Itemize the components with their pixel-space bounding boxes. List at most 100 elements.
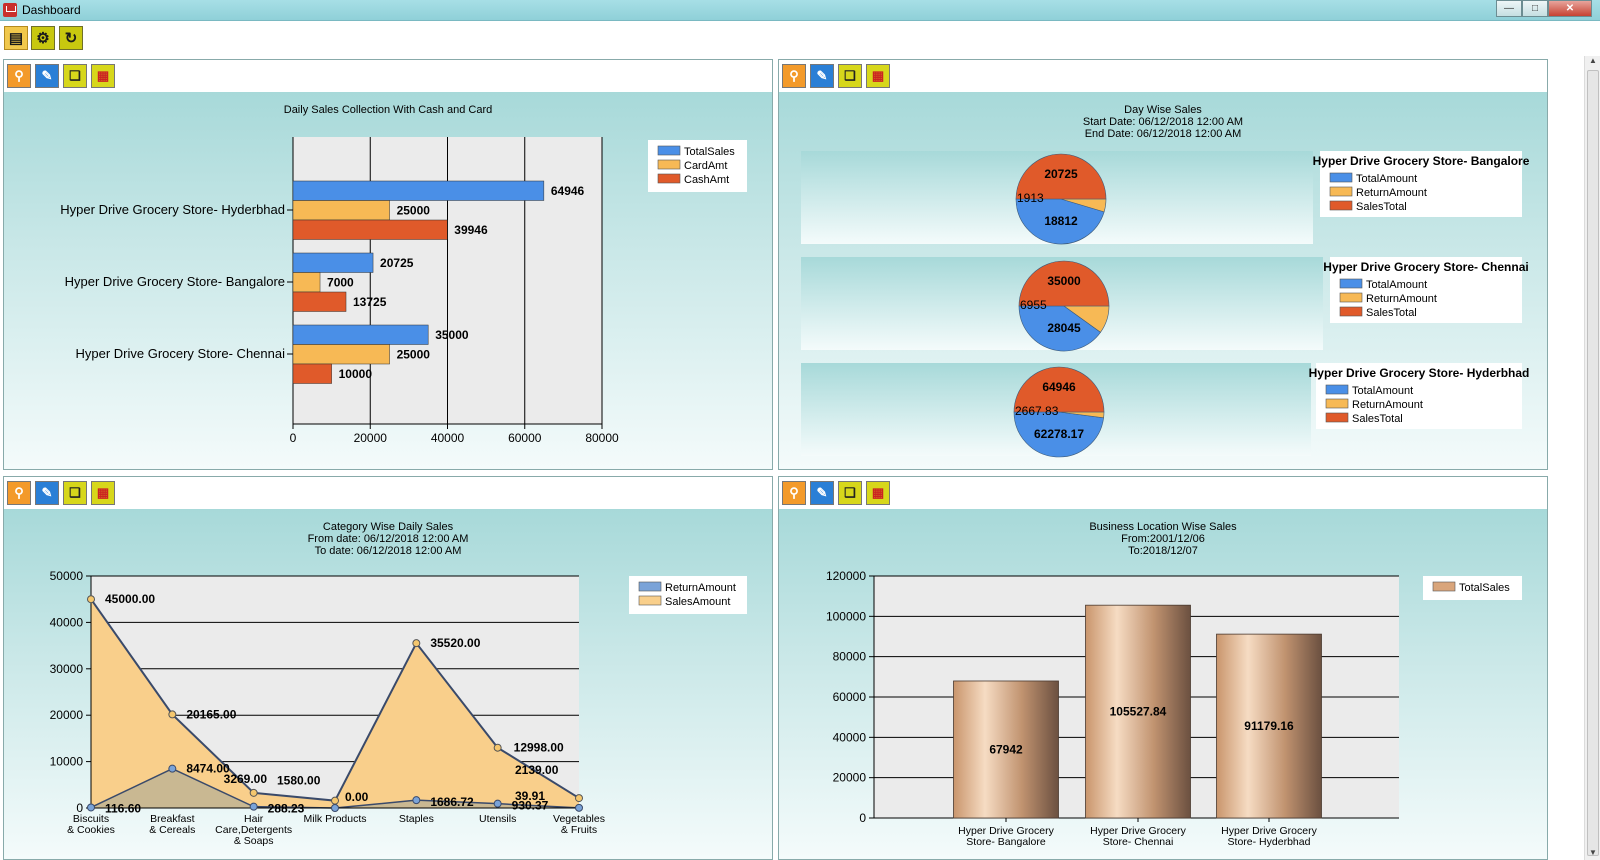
data-label: 2667.83 [1015,404,1059,418]
scroll-down-icon[interactable]: ▼ [1585,848,1600,860]
chart-area: Day Wise Sales Start Date: 06/12/2018 12:… [779,92,1547,469]
zoom-icon[interactable]: ⚲ [782,64,806,88]
x-category-label: & Soaps [234,835,274,847]
return-point [412,796,421,805]
bar [292,180,545,201]
legend-swatch [1325,398,1349,409]
legend-label: TotalSales [684,146,735,158]
legend-label: CardAmt [684,160,727,172]
panel-category-sales: ⚲ ✎ ❏ ▦ Category Wise Daily Sales From da… [3,476,773,860]
vertical-scrollbar[interactable]: ▲ ▼ [1584,56,1600,860]
x-category-label: Store- Bangalore [966,836,1046,848]
x-category-label: & Cookies [67,824,115,836]
zoom-icon[interactable]: ⚲ [782,481,806,505]
x-category-label: Store- Hyderbhad [1228,836,1311,848]
x-category-label: Store- Chennai [1103,836,1174,848]
data-label: 62278.17 [1034,427,1084,441]
x-tick-label: 0 [290,431,297,445]
legend-label: SalesTotal [1356,201,1407,213]
legend-label: TotalAmount [1352,385,1413,397]
x-tick-label: 20000 [354,431,388,445]
refresh-icon[interactable]: ↻ [59,26,83,50]
category-label: Hyper Drive Grocery Store- Chennai [75,346,285,361]
edit-icon[interactable]: ✎ [35,64,59,88]
data-label: 10000 [339,367,373,381]
sales-point [493,743,502,752]
sales-point [87,595,95,604]
panel-location-sales: ⚲ ✎ ❏ ▦ Business Location Wise Sales From… [778,476,1548,860]
grid-icon[interactable]: ▦ [866,481,890,505]
panel-toolbar: ⚲ ✎ ❏ ▦ [4,60,772,92]
data-label: 35000 [435,328,469,342]
legend-swatch [1329,200,1353,211]
grid-icon[interactable]: ▦ [91,64,115,88]
chart-area: Business Location Wise Sales From:2001/12… [779,509,1547,859]
legend-label: ReturnAmount [1356,187,1427,199]
sales-point [412,639,421,648]
copy-icon[interactable]: ❏ [63,64,87,88]
scroll-up-icon[interactable]: ▲ [1585,56,1600,68]
copy-icon[interactable]: ❏ [838,64,862,88]
y-tick-label: 10000 [50,755,84,769]
bar [292,344,390,365]
return-point [168,764,177,773]
x-category-label: Utensils [479,813,516,825]
x-category-label: Milk Products [303,813,366,825]
return-point [87,803,95,812]
data-label: 13725 [353,295,387,309]
x-category-label: & Fruits [561,824,597,836]
legend-label: SalesTotal [1366,307,1417,319]
scroll-thumb[interactable] [1587,70,1599,856]
edit-icon[interactable]: ✎ [35,481,59,505]
data-label: 39.91 [515,789,545,803]
y-tick-label: 0 [859,811,866,825]
report-icon[interactable]: ▤ [4,26,28,50]
zoom-icon[interactable]: ⚲ [7,481,31,505]
edit-icon[interactable]: ✎ [810,64,834,88]
legend-swatch [1432,581,1456,592]
data-label: 2139.00 [515,763,559,777]
return-point [249,802,258,811]
grid-icon[interactable]: ▦ [866,64,890,88]
category-label: Hyper Drive Grocery Store- Hyderbhad [60,202,285,217]
data-label: 116.60 [105,801,141,815]
sales-point [249,788,258,797]
chart-title: Category Wise Daily Sales [323,521,454,533]
edit-icon[interactable]: ✎ [810,481,834,505]
legend-swatch [657,145,681,156]
copy-icon[interactable]: ❏ [63,481,87,505]
chart-subtitle: To date: 06/12/2018 12:00 AM [315,545,462,557]
settings-icon[interactable]: ⚙ [31,26,55,50]
minimize-button[interactable]: — [1496,0,1522,17]
legend-label: ReturnAmount [1366,293,1437,305]
grid-icon[interactable]: ▦ [91,481,115,505]
cart-icon [3,3,17,17]
panel-toolbar: ⚲ ✎ ❏ ▦ [779,477,1547,509]
legend-swatch [657,173,681,184]
bar [292,272,321,293]
zoom-icon[interactable]: ⚲ [7,64,31,88]
legend-label: TotalAmount [1356,173,1417,185]
sales-point [331,796,339,805]
data-label: 105527.84 [1110,705,1167,719]
close-button[interactable]: ✕ [1548,0,1592,17]
panel-toolbar: ⚲ ✎ ❏ ▦ [4,477,772,509]
data-label: 20725 [1044,167,1078,181]
return-point [493,799,502,808]
copy-icon[interactable]: ❏ [838,481,862,505]
data-label: 288.23 [268,802,305,816]
bar [292,252,374,273]
x-category-label: Staples [399,813,434,825]
data-label: 18812 [1044,214,1078,228]
y-tick-label: 80000 [833,650,867,664]
data-label: 64946 [1042,380,1076,394]
daily-sales-chart: Daily Sales Collection With Cash and Car… [60,104,747,445]
legend-title: Hyper Drive Grocery Store- Chennai [1323,260,1528,274]
return-point [575,803,583,812]
bar [292,219,448,240]
window-controls: — □ ✕ [1496,0,1592,18]
data-label: 28045 [1047,321,1081,335]
x-tick-label: 60000 [508,431,542,445]
maximize-button[interactable]: □ [1522,0,1548,17]
y-tick-label: 120000 [826,569,866,583]
